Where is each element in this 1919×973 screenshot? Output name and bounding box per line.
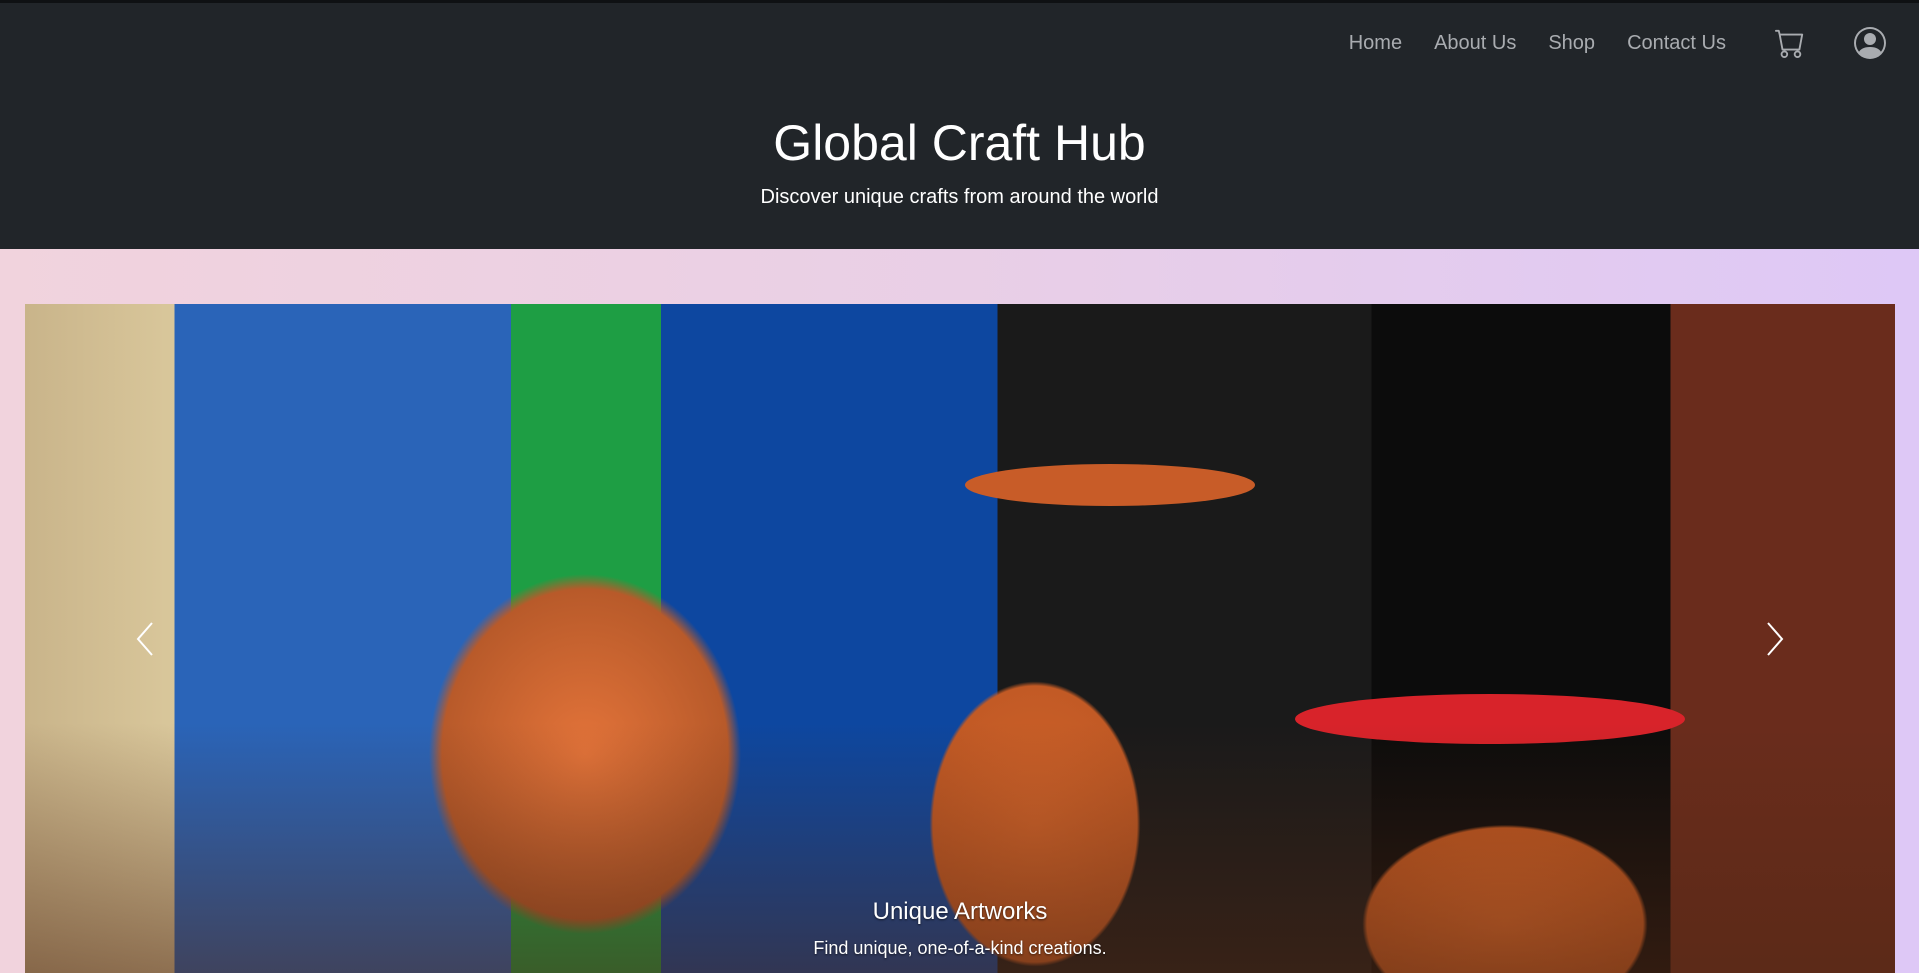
carousel-prev-button[interactable] <box>25 304 265 973</box>
caption-text: Find unique, one-of-a-kind creations. <box>813 938 1107 958</box>
caption-title: Unique Artworks <box>872 898 1048 925</box>
main-nav: Home About Us Shop Contact Us <box>1349 23 1919 63</box>
carousel-next-button[interactable] <box>1655 304 1895 973</box>
site-header: Home About Us Shop Contact Us Global Cra… <box>0 3 1919 249</box>
hero-section: Unique Artworks Find unique, one-of-a-ki… <box>0 249 1919 973</box>
cart-icon[interactable] <box>1774 27 1806 59</box>
nav-home-link[interactable]: Home <box>1349 32 1402 55</box>
chevron-left-icon <box>134 620 156 658</box>
hero-carousel: Unique Artworks Find unique, one-of-a-ki… <box>25 304 1895 973</box>
vase-rim-shape <box>965 464 1255 506</box>
nav-shop-link[interactable]: Shop <box>1548 32 1595 55</box>
user-circle-icon[interactable] <box>1854 27 1886 59</box>
slide-caption: Unique Artworks Find unique, one-of-a-ki… <box>25 898 1895 959</box>
chevron-right-icon <box>1764 620 1786 658</box>
site-title: Global Craft Hub <box>773 115 1146 171</box>
nav-about-link[interactable]: About Us <box>1434 32 1516 55</box>
slide-image <box>25 304 1895 973</box>
site-tagline: Discover unique crafts from around the w… <box>760 186 1159 208</box>
nav-contact-link[interactable]: Contact Us <box>1627 32 1726 55</box>
